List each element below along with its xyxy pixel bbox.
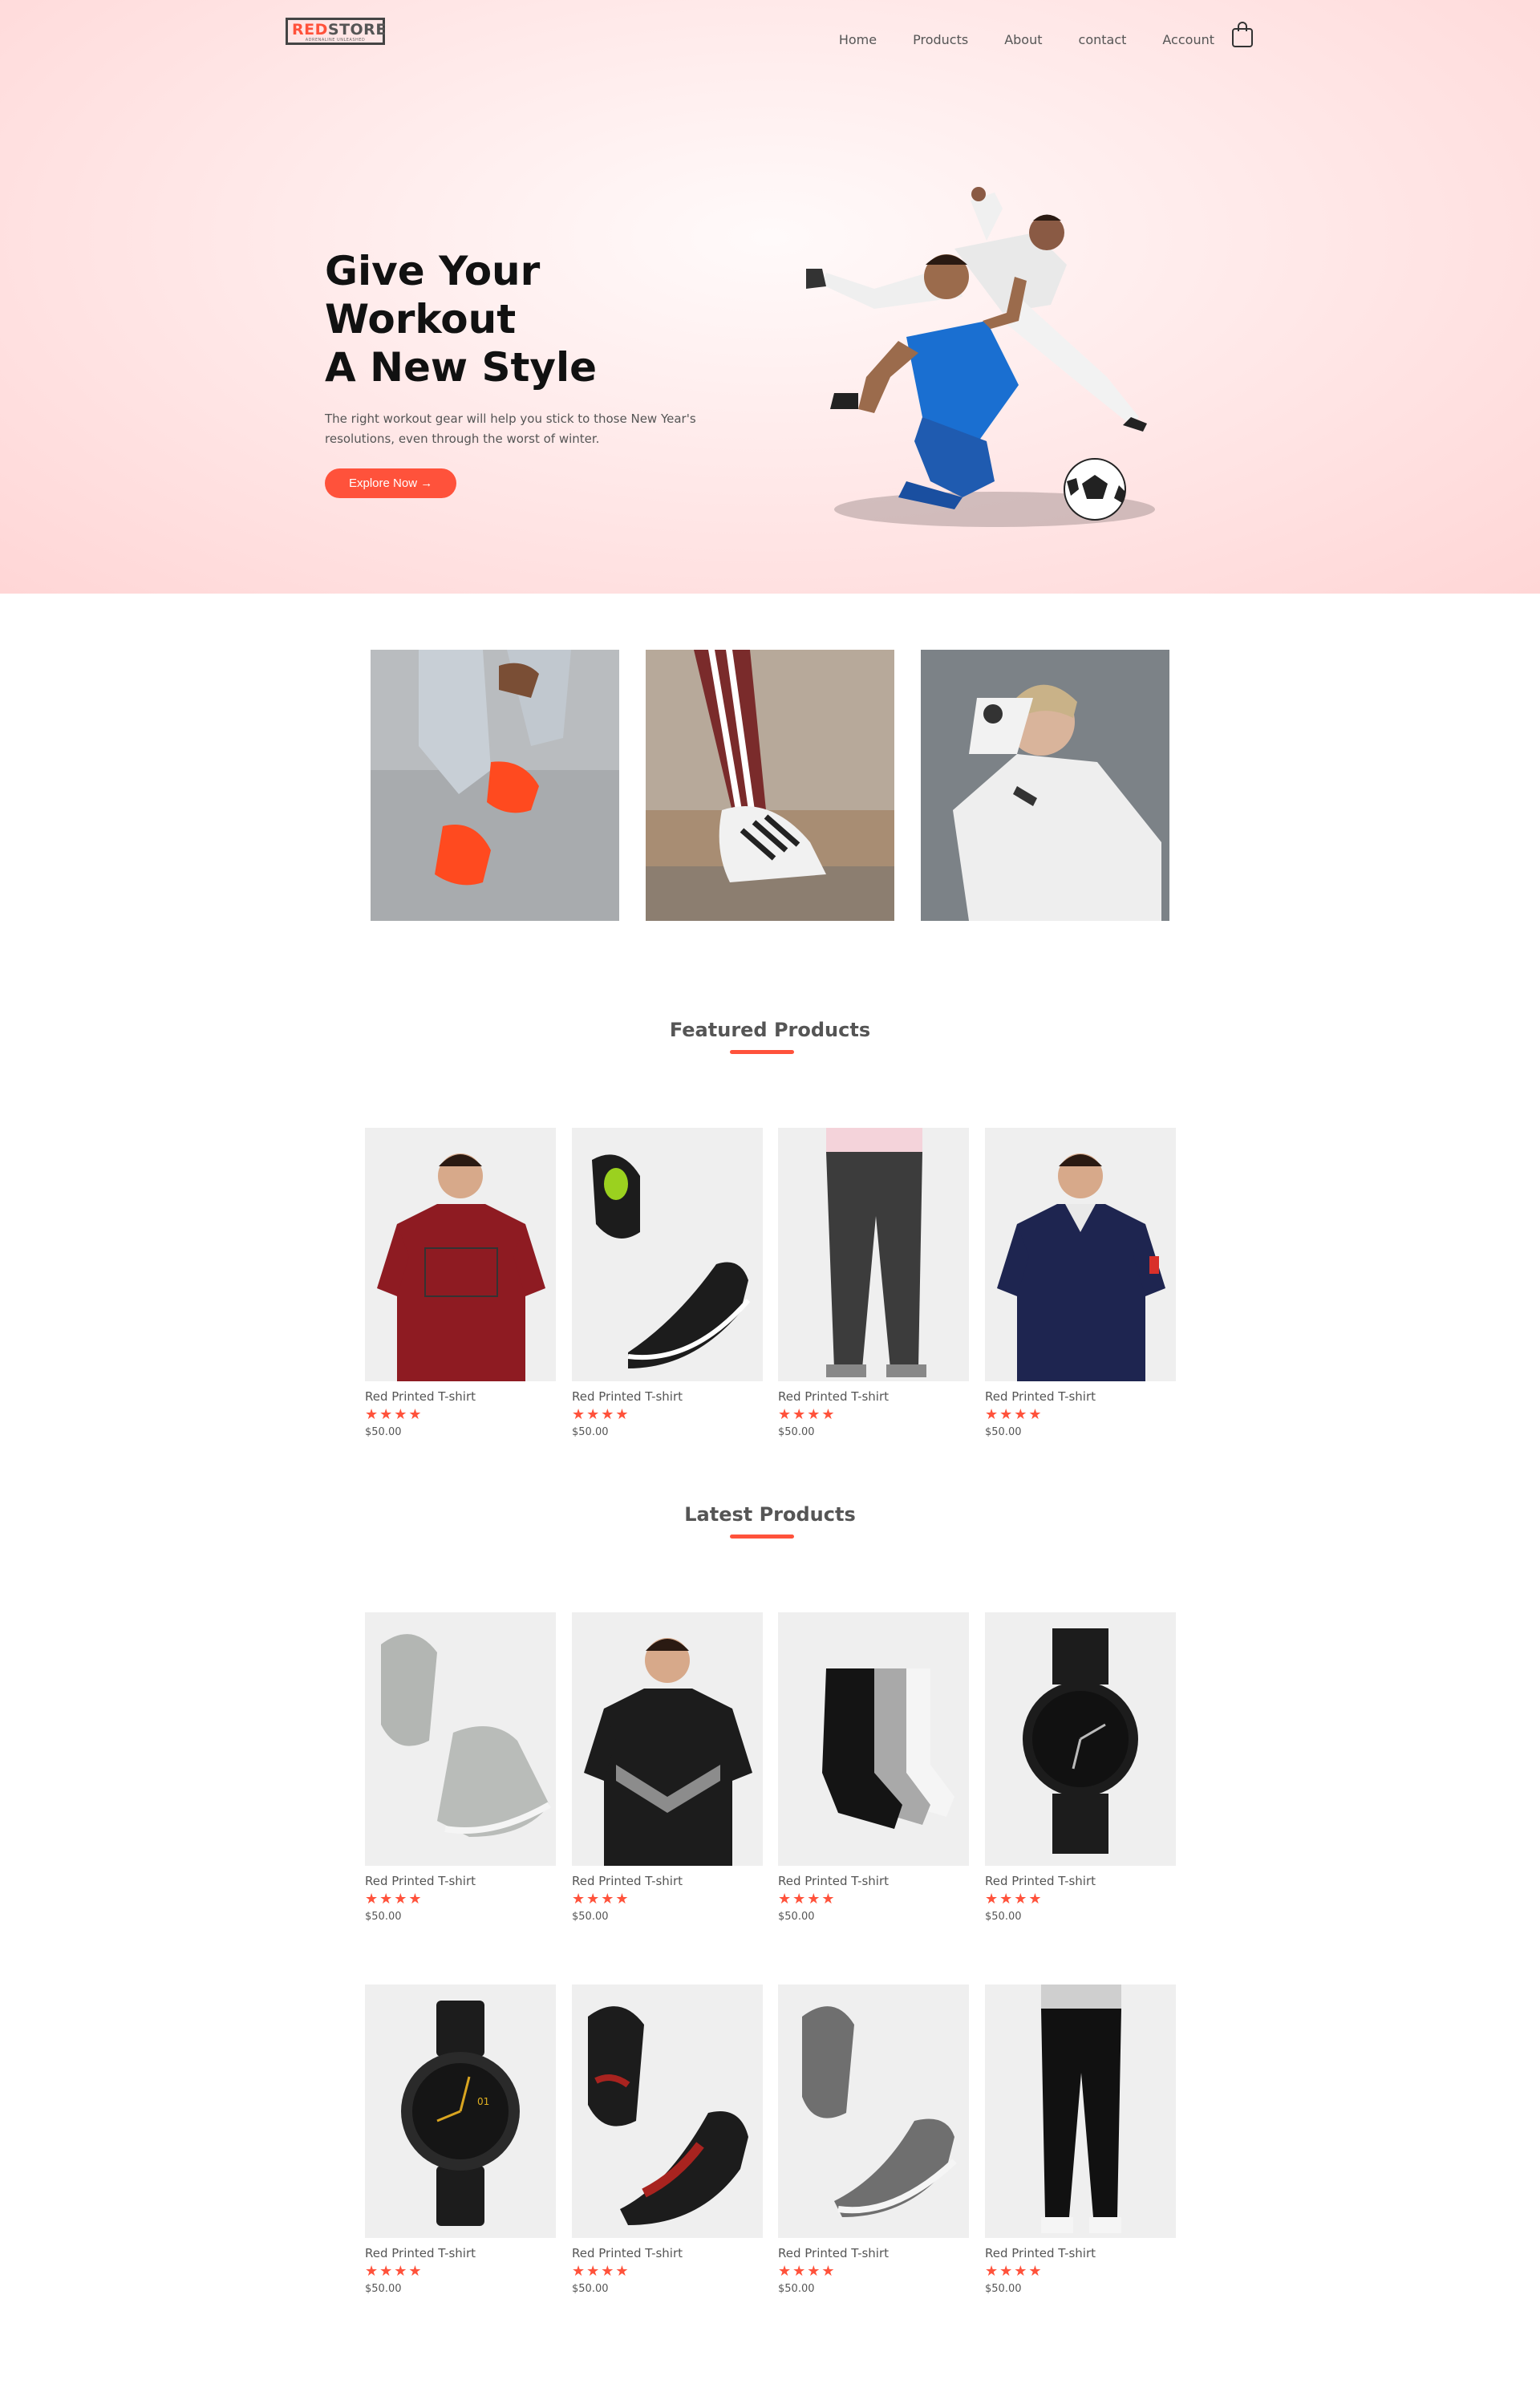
- product-image: [778, 1128, 969, 1381]
- svg-text:01: 01: [477, 2096, 489, 2107]
- product-name: Red Printed T-shirt: [572, 2246, 683, 2260]
- star-rating: ★★★★: [572, 1891, 630, 1908]
- product-price: $50.00: [572, 2283, 609, 2295]
- nav-menu: Home Products About contact Account: [803, 32, 1214, 47]
- product-price: $50.00: [985, 2283, 1022, 2295]
- product-card[interactable]: Red Printed T-shirt ★★★★ $50.00: [572, 1985, 763, 2295]
- product-card[interactable]: Red Printed T-shirt ★★★★ $50.00: [572, 1128, 763, 1438]
- star-rating: ★★★★: [985, 1891, 1044, 1908]
- product-image: [365, 1128, 556, 1381]
- star-rating: ★★★★: [365, 1891, 424, 1908]
- product-name: Red Printed T-shirt: [365, 1389, 476, 1404]
- product-image: 01: [365, 1985, 556, 2238]
- latest-products-title: Latest Products: [684, 1503, 856, 1526]
- product-image: [572, 1985, 763, 2238]
- product-name: Red Printed T-shirt: [365, 1874, 476, 1888]
- star-rating: ★★★★: [572, 2263, 630, 2280]
- hero-section: REDSTORE ADRENALINE UNLEASHED Home Produ…: [0, 0, 1540, 594]
- product-price: $50.00: [572, 1426, 609, 1438]
- product-name: Red Printed T-shirt: [572, 1874, 683, 1888]
- product-image: [572, 1612, 763, 1866]
- product-price: $50.00: [778, 1911, 815, 1923]
- category-image-1[interactable]: [371, 650, 619, 921]
- product-card[interactable]: Red Printed T-shirt ★★★★ $50.00: [572, 1612, 763, 1923]
- latest-title-underline: [730, 1535, 794, 1539]
- product-card[interactable]: Red Printed T-shirt ★★★★ $50.00: [365, 1612, 556, 1923]
- product-price: $50.00: [985, 1911, 1022, 1923]
- star-rating: ★★★★: [778, 2263, 837, 2280]
- product-card[interactable]: Red Printed T-shirt ★★★★ $50.00: [778, 1985, 969, 2295]
- category-image-3[interactable]: [921, 650, 1169, 921]
- star-rating: ★★★★: [365, 2263, 424, 2280]
- nav-products-link[interactable]: Products: [913, 32, 968, 47]
- star-rating: ★★★★: [572, 1406, 630, 1423]
- hero-image: [806, 187, 1155, 527]
- nav-home-link[interactable]: Home: [839, 32, 877, 47]
- product-name: Red Printed T-shirt: [778, 1874, 890, 1888]
- hero-text: Give Your Workout A New Style The right …: [325, 247, 742, 498]
- product-name: Red Printed T-shirt: [778, 1389, 890, 1404]
- product-price: $50.00: [572, 1911, 609, 1923]
- star-rating: ★★★★: [778, 1891, 837, 1908]
- navbar: REDSTORE ADRENALINE UNLEASHED Home Produ…: [286, 16, 1254, 56]
- shopping-bag-icon[interactable]: [1230, 21, 1254, 48]
- product-card[interactable]: 01 Red Printed T-shirt ★★★★ $50.00: [365, 1985, 556, 2295]
- red-sneakers-image: [371, 650, 619, 921]
- product-image: [778, 1612, 969, 1866]
- star-rating: ★★★★: [985, 2263, 1044, 2280]
- explore-now-button[interactable]: Explore Now →: [325, 468, 457, 498]
- product-image: [365, 1612, 556, 1866]
- product-card[interactable]: Red Printed T-shirt ★★★★ $50.00: [985, 1985, 1176, 2295]
- woman-hoodie-image: [921, 650, 1169, 921]
- product-card[interactable]: Red Printed T-shirt ★★★★ $50.00: [365, 1128, 556, 1438]
- featured-title-underline: [730, 1050, 794, 1054]
- product-image: [572, 1128, 763, 1381]
- product-name: Red Printed T-shirt: [572, 1389, 683, 1404]
- nav-about-link[interactable]: About: [1004, 32, 1042, 47]
- star-rating: ★★★★: [985, 1406, 1044, 1423]
- nav-account-link[interactable]: Account: [1162, 32, 1214, 47]
- product-price: $50.00: [985, 1426, 1022, 1438]
- product-name: Red Printed T-shirt: [365, 2246, 476, 2260]
- store-logo[interactable]: REDSTORE ADRENALINE UNLEASHED: [286, 18, 386, 45]
- product-card[interactable]: Red Printed T-shirt ★★★★ $50.00: [985, 1612, 1176, 1923]
- product-price: $50.00: [778, 2283, 815, 2295]
- product-name: Red Printed T-shirt: [778, 2246, 890, 2260]
- product-price: $50.00: [365, 1911, 402, 1923]
- featured-products-title: Featured Products: [669, 1019, 871, 1041]
- product-price: $50.00: [778, 1426, 815, 1438]
- hero-description: The right workout gear will help you sti…: [325, 412, 696, 446]
- product-card[interactable]: Red Printed T-shirt ★★★★ $50.00: [778, 1128, 969, 1438]
- product-image: [985, 1612, 1176, 1866]
- product-card[interactable]: Red Printed T-shirt ★★★★ $50.00: [778, 1612, 969, 1923]
- hero-title: Give Your Workout A New Style: [325, 248, 598, 391]
- product-card[interactable]: Red Printed T-shirt ★★★★ $50.00: [985, 1128, 1176, 1438]
- product-image: [985, 1128, 1176, 1381]
- product-name: Red Printed T-shirt: [985, 2246, 1096, 2260]
- category-image-2[interactable]: [646, 650, 894, 921]
- product-name: Red Printed T-shirt: [985, 1874, 1096, 1888]
- star-rating: ★★★★: [778, 1406, 837, 1423]
- product-image: [778, 1985, 969, 2238]
- star-rating: ★★★★: [365, 1406, 424, 1423]
- striped-sneaker-image: [646, 650, 894, 921]
- product-price: $50.00: [365, 2283, 402, 2295]
- nav-contact-link[interactable]: contact: [1079, 32, 1127, 47]
- product-name: Red Printed T-shirt: [985, 1389, 1096, 1404]
- product-image: [985, 1985, 1176, 2238]
- product-price: $50.00: [365, 1426, 402, 1438]
